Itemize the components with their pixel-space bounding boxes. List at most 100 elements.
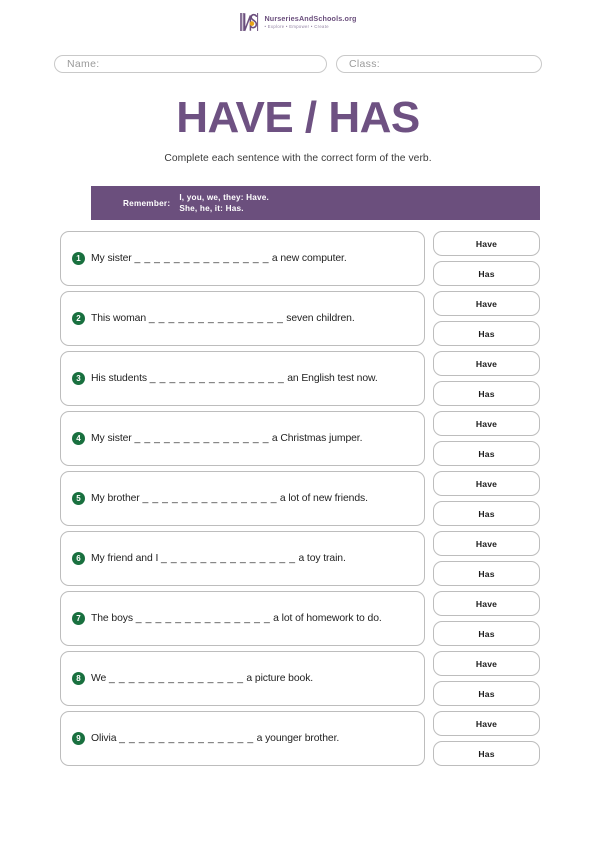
question-card: 1 My sister _ _ _ _ _ _ _ _ _ _ _ _ _ _ a… xyxy=(60,231,425,286)
question-sentence: My sister _ _ _ _ _ _ _ _ _ _ _ _ _ _ a … xyxy=(91,253,347,264)
ns-monogram-icon xyxy=(239,11,259,33)
site-logo[interactable]: NurseriesAndSchools.org • Explore • Empo… xyxy=(239,11,356,33)
student-info-row: Name: Class: xyxy=(0,55,596,73)
page-subtitle: Complete each sentence with the correct … xyxy=(164,153,432,164)
question-card: 6 My friend and I _ _ _ _ _ _ _ _ _ _ _ _… xyxy=(60,531,425,586)
question-card: 2 This woman _ _ _ _ _ _ _ _ _ _ _ _ _ _ … xyxy=(60,291,425,346)
option-has[interactable]: Has xyxy=(433,321,540,346)
question-sentence: My sister _ _ _ _ _ _ _ _ _ _ _ _ _ _ a … xyxy=(91,433,362,444)
sentence-prefix: This woman xyxy=(91,313,149,324)
option-have[interactable]: Have xyxy=(433,651,540,676)
question-sentence: This woman _ _ _ _ _ _ _ _ _ _ _ _ _ _ s… xyxy=(91,313,355,324)
question-row: 8 We _ _ _ _ _ _ _ _ _ _ _ _ _ _ a pictur… xyxy=(60,651,540,706)
site-logo-bar: NurseriesAndSchools.org • Explore • Empo… xyxy=(0,0,596,44)
question-number-badge: 9 xyxy=(72,732,85,745)
answer-options: Have Has xyxy=(433,651,540,706)
sentence-prefix: His students xyxy=(91,373,150,384)
answer-options: Have Has xyxy=(433,411,540,466)
question-row: 7 The boys _ _ _ _ _ _ _ _ _ _ _ _ _ _ a … xyxy=(60,591,540,646)
option-have[interactable]: Have xyxy=(433,291,540,316)
answer-blank[interactable]: _ _ _ _ _ _ _ _ _ _ _ _ _ _ xyxy=(150,373,285,384)
answer-blank[interactable]: _ _ _ _ _ _ _ _ _ _ _ _ _ _ xyxy=(109,673,244,684)
question-number-badge: 6 xyxy=(72,552,85,565)
question-card: 8 We _ _ _ _ _ _ _ _ _ _ _ _ _ _ a pictur… xyxy=(60,651,425,706)
answer-options: Have Has xyxy=(433,351,540,406)
sentence-prefix: My brother xyxy=(91,493,143,504)
option-has[interactable]: Has xyxy=(433,561,540,586)
question-sentence: Olivia _ _ _ _ _ _ _ _ _ _ _ _ _ _ a you… xyxy=(91,733,339,744)
sentence-suffix: a picture book. xyxy=(243,673,314,684)
answer-blank[interactable]: _ _ _ _ _ _ _ _ _ _ _ _ _ _ xyxy=(134,253,269,264)
class-field[interactable]: Class: xyxy=(336,55,542,73)
answer-blank[interactable]: _ _ _ _ _ _ _ _ _ _ _ _ _ _ xyxy=(119,733,254,744)
option-has[interactable]: Has xyxy=(433,621,540,646)
remember-line-2: She, he, it: Has. xyxy=(179,204,244,213)
answer-options: Have Has xyxy=(433,711,540,766)
question-number-badge: 3 xyxy=(72,372,85,385)
option-have[interactable]: Have xyxy=(433,231,540,256)
option-has[interactable]: Has xyxy=(433,441,540,466)
sentence-prefix: My sister xyxy=(91,433,135,444)
logo-title: NurseriesAndSchools.org xyxy=(264,14,357,24)
option-have[interactable]: Have xyxy=(433,711,540,736)
option-have[interactable]: Have xyxy=(433,471,540,496)
question-row: 4 My sister _ _ _ _ _ _ _ _ _ _ _ _ _ _ a… xyxy=(60,411,540,466)
remember-line-1: I, you, we, they: Have. xyxy=(179,192,269,202)
class-label: Class: xyxy=(349,58,380,70)
option-have[interactable]: Have xyxy=(433,531,540,556)
name-field[interactable]: Name: xyxy=(54,55,327,73)
sentence-prefix: The boys xyxy=(91,613,136,624)
answer-blank[interactable]: _ _ _ _ _ _ _ _ _ _ _ _ _ _ xyxy=(161,553,296,564)
answer-options: Have Has xyxy=(433,471,540,526)
answer-blank[interactable]: _ _ _ _ _ _ _ _ _ _ _ _ _ _ xyxy=(149,313,284,324)
question-sentence: My friend and I _ _ _ _ _ _ _ _ _ _ _ _ … xyxy=(91,553,346,564)
question-row: 6 My friend and I _ _ _ _ _ _ _ _ _ _ _ _… xyxy=(60,531,540,586)
sentence-suffix: an English test now. xyxy=(284,373,378,384)
question-row: 1 My sister _ _ _ _ _ _ _ _ _ _ _ _ _ _ a… xyxy=(60,231,540,286)
question-sentence: His students _ _ _ _ _ _ _ _ _ _ _ _ _ _… xyxy=(91,373,378,384)
question-card: 5 My brother _ _ _ _ _ _ _ _ _ _ _ _ _ _ … xyxy=(60,471,425,526)
option-have[interactable]: Have xyxy=(433,411,540,436)
option-have[interactable]: Have xyxy=(433,351,540,376)
option-has[interactable]: Has xyxy=(433,501,540,526)
answer-blank[interactable]: _ _ _ _ _ _ _ _ _ _ _ _ _ _ xyxy=(134,433,269,444)
question-number-badge: 7 xyxy=(72,612,85,625)
option-have[interactable]: Have xyxy=(433,591,540,616)
option-has[interactable]: Has xyxy=(433,681,540,706)
sentence-suffix: a new computer. xyxy=(269,253,347,264)
remember-banner: Remember: I, you, we, they: Have. She, h… xyxy=(91,186,540,220)
question-number-badge: 2 xyxy=(72,312,85,325)
answer-options: Have Has xyxy=(433,531,540,586)
question-sentence: We _ _ _ _ _ _ _ _ _ _ _ _ _ _ a picture… xyxy=(91,673,313,684)
question-sentence: My brother _ _ _ _ _ _ _ _ _ _ _ _ _ _ a… xyxy=(91,493,368,504)
option-has[interactable]: Has xyxy=(433,261,540,286)
question-number-badge: 8 xyxy=(72,672,85,685)
remember-label: Remember: xyxy=(123,198,171,208)
sentence-suffix: a lot of new friends. xyxy=(277,493,368,504)
question-sentence: The boys _ _ _ _ _ _ _ _ _ _ _ _ _ _ a l… xyxy=(91,613,382,624)
answer-blank[interactable]: _ _ _ _ _ _ _ _ _ _ _ _ _ _ xyxy=(136,613,271,624)
question-number-badge: 1 xyxy=(72,252,85,265)
sentence-suffix: a toy train. xyxy=(295,553,346,564)
question-card: 7 The boys _ _ _ _ _ _ _ _ _ _ _ _ _ _ a … xyxy=(60,591,425,646)
sentence-prefix: My sister xyxy=(91,253,135,264)
logo-tagline: • Explore • Empower • Create xyxy=(264,23,329,29)
question-row: 2 This woman _ _ _ _ _ _ _ _ _ _ _ _ _ _ … xyxy=(60,291,540,346)
sentence-suffix: seven children. xyxy=(283,313,355,324)
question-row: 5 My brother _ _ _ _ _ _ _ _ _ _ _ _ _ _ … xyxy=(60,471,540,526)
question-card: 4 My sister _ _ _ _ _ _ _ _ _ _ _ _ _ _ a… xyxy=(60,411,425,466)
question-list: 1 My sister _ _ _ _ _ _ _ _ _ _ _ _ _ _ a… xyxy=(60,231,540,766)
sentence-suffix: a lot of homework to do. xyxy=(270,613,382,624)
sentence-suffix: a Christmas jumper. xyxy=(269,433,363,444)
question-row: 3 His students _ _ _ _ _ _ _ _ _ _ _ _ _ … xyxy=(60,351,540,406)
question-card: 3 His students _ _ _ _ _ _ _ _ _ _ _ _ _ … xyxy=(60,351,425,406)
answer-blank[interactable]: _ _ _ _ _ _ _ _ _ _ _ _ _ _ xyxy=(142,493,277,504)
option-has[interactable]: Has xyxy=(433,381,540,406)
question-number-badge: 4 xyxy=(72,432,85,445)
answer-options: Have Has xyxy=(433,231,540,286)
question-row: 9 Olivia _ _ _ _ _ _ _ _ _ _ _ _ _ _ a yo… xyxy=(60,711,540,766)
sentence-suffix: a younger brother. xyxy=(253,733,340,744)
option-has[interactable]: Has xyxy=(433,741,540,766)
sentence-prefix: Olivia xyxy=(91,733,120,744)
sentence-prefix: We xyxy=(91,673,109,684)
